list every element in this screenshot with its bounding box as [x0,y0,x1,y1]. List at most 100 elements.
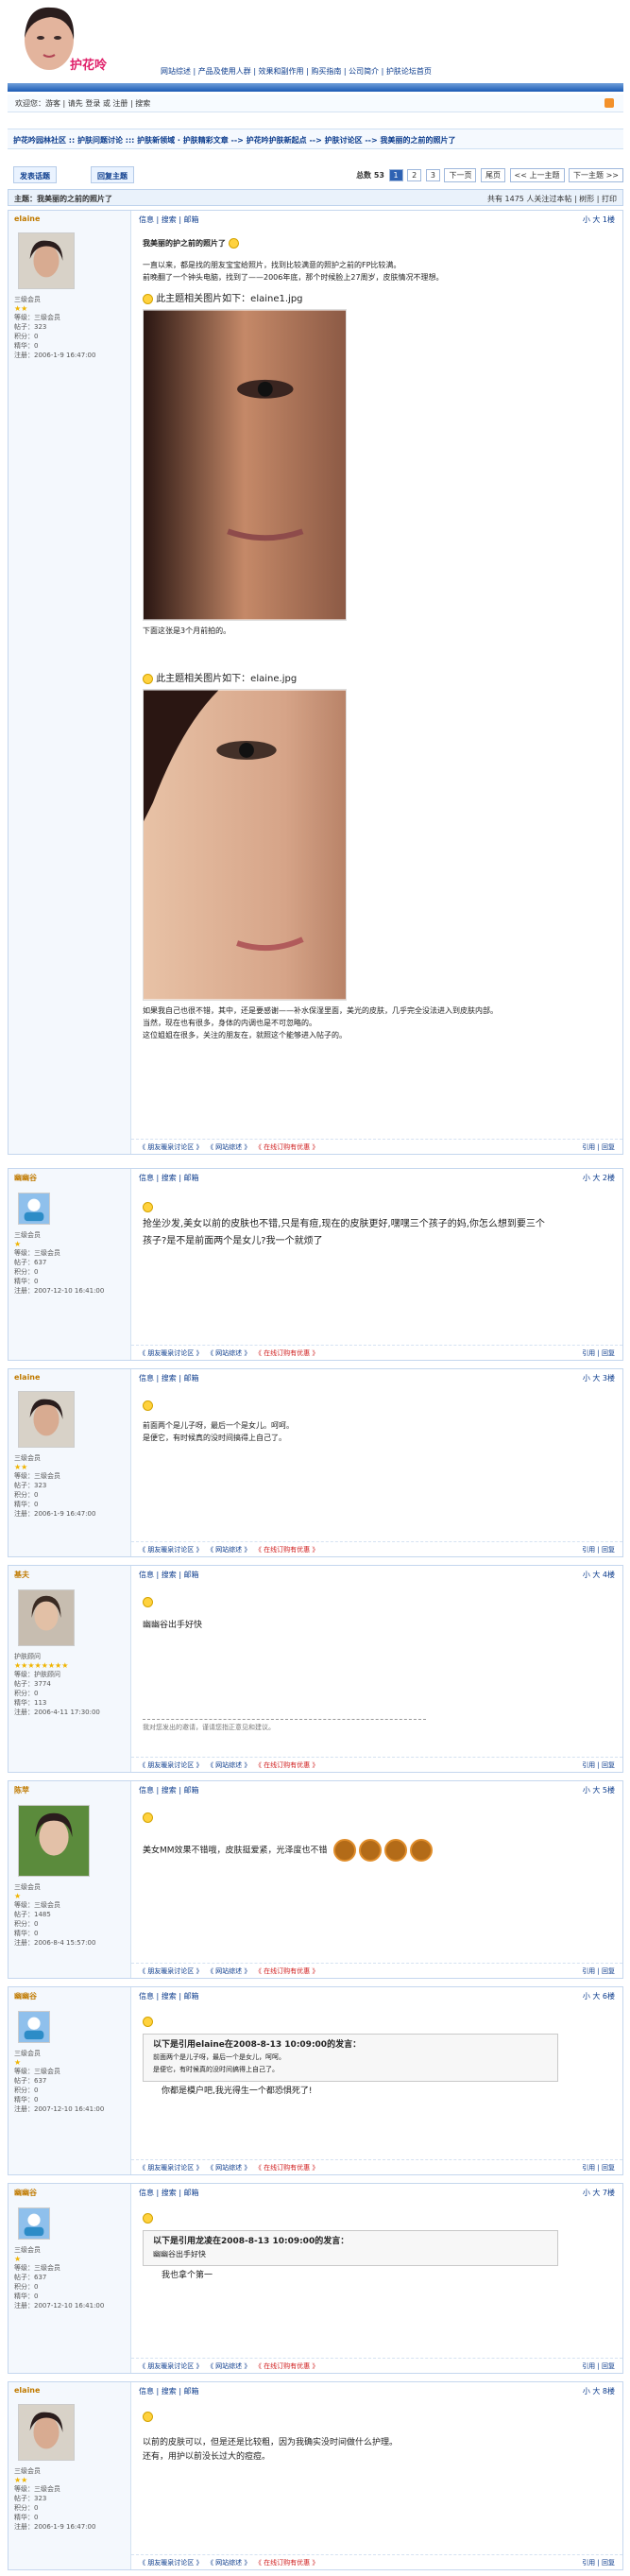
ad-link[interactable]: 《 网站综述 》 [210,1143,250,1151]
post-photo[interactable] [143,689,347,1001]
avatar[interactable] [18,1391,75,1448]
post-tools[interactable]: 信息 | 搜索 | 邮箱 [139,2386,199,2396]
author-rank: 等级：护肤顾问 [14,1671,60,1678]
ad-link[interactable]: 《 朋友暖泉讨论区 》 [139,2362,202,2370]
ad-link[interactable]: 《 在线订购有优惠 》 [258,2559,318,2567]
image-icon [143,673,153,684]
ad-link[interactable]: 《 朋友暖泉讨论区 》 [139,1349,202,1357]
rss-icon[interactable] [604,98,614,108]
ad-link[interactable]: 《 网站综述 》 [210,1967,250,1975]
post-6: 幽幽谷 三级会员 ★ 等级：三级会员 帖子：637 积分：0 精华：0 注册：2… [8,1986,623,2175]
quote-reply-links[interactable]: 引用 | 回复 [582,2558,615,2567]
ad-link[interactable]: 《 网站综述 》 [210,1761,250,1769]
quote-reply-links[interactable]: 引用 | 回复 [582,1966,615,1976]
new-topic-button[interactable]: 发表话题 [13,166,57,183]
quote-reply-links[interactable]: 引用 | 回复 [582,1142,615,1152]
post-number[interactable]: 小 大 5楼 [583,1785,615,1795]
quote-reply-links[interactable]: 引用 | 回复 [582,1760,615,1770]
author-name[interactable]: elaine [14,215,125,223]
topic-tools[interactable]: 共有 1475 人关注过本帖 | 树形 | 打印 [487,194,617,204]
author-name[interactable]: 幽幽谷 [14,2188,125,2198]
page-1[interactable]: 1 [388,169,403,181]
post-tools[interactable]: 信息 | 搜索 | 邮箱 [139,1373,199,1383]
ad-link[interactable]: 《 朋友暖泉讨论区 》 [139,2559,202,2567]
ad-link[interactable]: 《 朋友暖泉讨论区 》 [139,1761,202,1769]
post-tools[interactable]: 信息 | 搜索 | 邮箱 [139,215,199,225]
breadcrumb[interactable]: 护花吟园林社区 :: 护肤问题讨论 ::: 护肤新领域 · 护肤精彩文章 -->… [8,129,623,149]
author-group: 三级会员 [14,1454,41,1462]
post-tools[interactable]: 信息 | 搜索 | 邮箱 [139,2188,199,2198]
ad-link[interactable]: 《 朋友暖泉讨论区 》 [139,1546,202,1554]
post-paragraph: 当然，现在也有很多，身体的内调也是不可忽略的。 [143,1019,316,1027]
ad-link[interactable]: 《 在线订购有优惠 》 [258,2362,318,2370]
post-tools[interactable]: 信息 | 搜索 | 邮箱 [139,1991,199,2001]
author-name[interactable]: 幽幽谷 [14,1173,125,1183]
last-page[interactable]: 尾页 [481,168,505,182]
post-number[interactable]: 小 大 1楼 [583,215,615,225]
next-page[interactable]: 下一页 [444,168,477,182]
avatar[interactable] [18,2404,75,2461]
post-body: 前面两个是儿子呀，最后一个是女儿。呵呵。 是便它，有时候真的没时间搞得上自己了。 [143,1400,609,1444]
post-number[interactable]: 小 大 2楼 [583,1173,615,1183]
avatar[interactable] [18,2207,50,2240]
post-number[interactable]: 小 大 4楼 [583,1570,615,1580]
author-registered: 注册：2006-1-9 16:47:00 [14,1510,96,1518]
quote-reply-links[interactable]: 引用 | 回复 [582,2361,615,2371]
ad-link[interactable]: 《 网站综述 》 [210,2362,250,2370]
post-content: 信息 | 搜索 | 邮箱 小 大 3楼 前面两个是儿子呀，最后一个是女儿。呵呵。… [131,1369,622,1556]
ad-link[interactable]: 《 网站综述 》 [210,2164,250,2172]
post-tools[interactable]: 信息 | 搜索 | 邮箱 [139,1785,199,1795]
post-tools[interactable]: 信息 | 搜索 | 邮箱 [139,1570,199,1580]
author-name[interactable]: 基夫 [14,1570,125,1580]
ad-link[interactable]: 《 在线订购有优惠 》 [258,1349,318,1357]
page-2[interactable]: 2 [407,169,422,181]
post-number[interactable]: 小 大 6楼 [583,1991,615,2001]
ad-link[interactable]: 《 在线订购有优惠 》 [258,1143,318,1151]
post-number[interactable]: 小 大 7楼 [583,2188,615,2198]
avatar[interactable] [18,1805,90,1877]
quote-reply-links[interactable]: 引用 | 回复 [582,1545,615,1554]
next-topic[interactable]: 下一主题 >> [569,168,623,182]
post-tools[interactable]: 信息 | 搜索 | 邮箱 [139,1173,199,1183]
ad-link[interactable]: 《 在线订购有优惠 》 [258,1546,318,1554]
post-heading: 我美丽的护之前的照片了 [143,237,609,249]
avatar[interactable] [18,1589,75,1646]
author-name[interactable]: elaine [14,2386,125,2395]
author-name[interactable]: elaine [14,1373,125,1382]
ad-link[interactable]: 《 在线订购有优惠 》 [258,1761,318,1769]
avatar[interactable] [18,2011,50,2043]
ad-link[interactable]: 《 在线订购有优惠 》 [258,1967,318,1975]
breadcrumb-text[interactable]: 护花吟园林社区 :: 护肤问题讨论 ::: 护肤新领域 · 护肤精彩文章 -->… [13,136,455,145]
ad-link[interactable]: 《 在线订购有优惠 》 [258,2164,318,2172]
logo[interactable]: 护花呤 [13,2,108,81]
ad-link[interactable]: 《 朋友暖泉讨论区 》 [139,2164,202,2172]
ad-link[interactable]: 《 网站综述 》 [210,2559,250,2567]
user-login-links[interactable]: 欢迎您：游客 | 请先 登录 或 注册 | 搜索 [15,99,150,108]
post-body: 以下是引用elaine在2008-8-13 10:09:00的发言： 前面两个是… [143,2016,609,2098]
reply-topic-button[interactable]: 回复主题 [91,166,134,183]
quote-reply-links[interactable]: 引用 | 回复 [582,1348,615,1358]
ad-link[interactable]: 《 朋友暖泉讨论区 》 [139,1967,202,1975]
post-photo[interactable] [143,309,347,621]
post-text: 你都是模户吧,我光得生一个都恐惧死了! [162,2087,313,2096]
avatar[interactable] [18,1193,50,1225]
top-navigation[interactable]: 网站综述 | 产品及使用人群 | 效果和副作用 | 购买指南 | 公司简介 | … [161,66,432,77]
ad-link[interactable]: 《 网站综述 》 [210,1546,250,1554]
post-number[interactable]: 小 大 8楼 [583,2386,615,2396]
author-name[interactable]: 陈苹 [14,1785,125,1795]
ad-link[interactable]: 《 朋友暖泉讨论区 》 [139,1143,202,1151]
author-registered: 注册：2006-1-9 16:47:00 [14,352,96,359]
ad-link[interactable]: 《 网站综述 》 [210,1349,250,1357]
quote-reply-links[interactable]: 引用 | 回复 [582,2163,615,2172]
avatar[interactable] [18,232,75,289]
previous-topic[interactable]: << 上一主题 [509,168,565,182]
post-text: 是便它，有时候真的没时间搞得上自己了。 [143,1434,286,1442]
quote-line: 是便它，有时候真的没时间搞得上自己了。 [153,2066,279,2073]
smile-icon [143,2017,153,2027]
page-3[interactable]: 3 [425,169,440,181]
post-text: 美女MM效果不错哦，皮肤挺爱紧，光泽度也不错 [143,1846,328,1856]
post-content: 信息 | 搜索 | 邮箱 小 大 5楼 美女MM效果不错哦，皮肤挺爱紧，光泽度也… [131,1781,622,1978]
author-score: 精华：0 [14,1501,39,1508]
post-number[interactable]: 小 大 3楼 [583,1373,615,1383]
author-name[interactable]: 幽幽谷 [14,1991,125,2001]
